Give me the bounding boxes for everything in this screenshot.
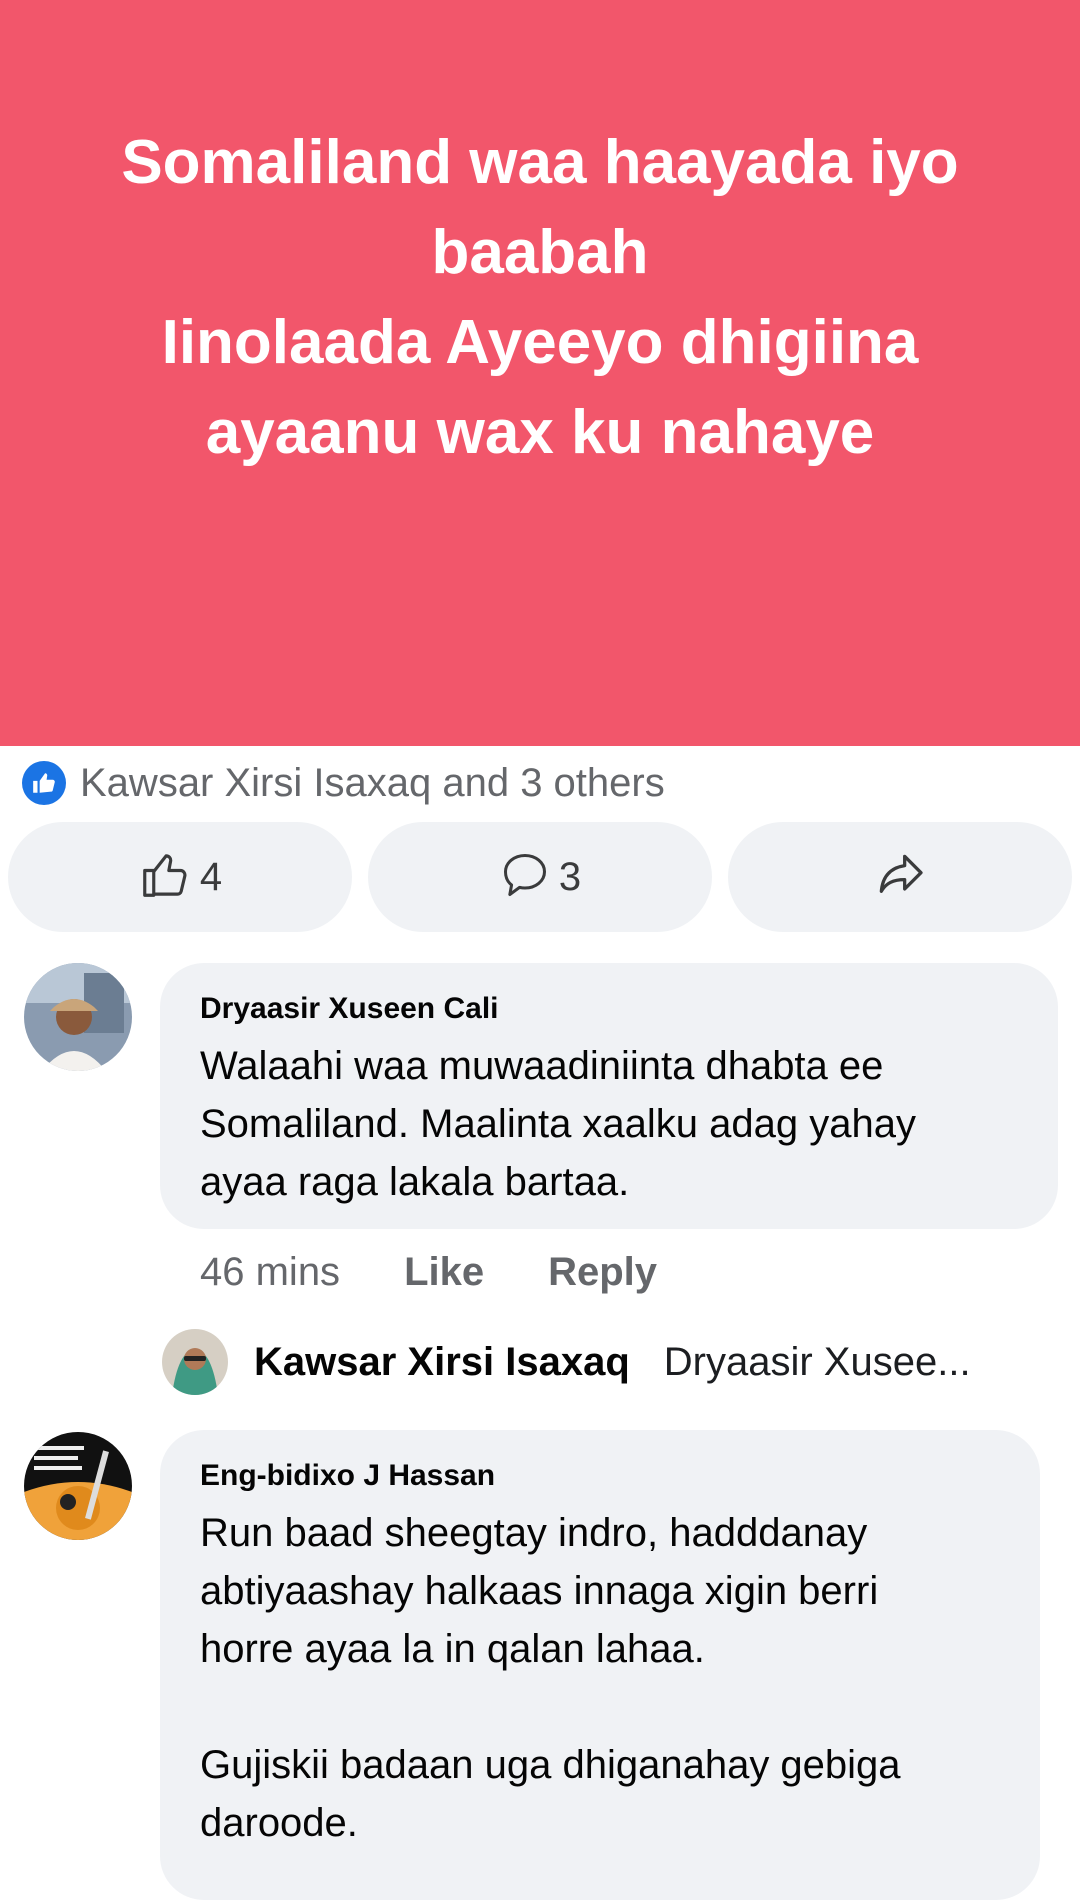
comment-text: Run baad sheegtay indro, hadddanay abtiy…	[200, 1511, 901, 1845]
comment-like-button[interactable]: Like	[404, 1250, 484, 1295]
post-text: Somaliland waa haayada iyo baabah Iinola…	[121, 128, 959, 467]
reply-author-avatar[interactable]	[162, 1329, 228, 1395]
comment-count: 3	[558, 854, 582, 899]
like-button[interactable]: 4	[8, 822, 352, 932]
thumbs-up-outline-icon	[138, 848, 192, 907]
comment-bubble[interactable]: Dryaasir Xuseen Cali Walaahi waa muwaadi…	[160, 963, 1058, 1229]
commenter-avatar[interactable]	[24, 1432, 132, 1540]
comment-author[interactable]: Dryaasir Xuseen Cali	[200, 989, 1018, 1029]
like-count: 4	[199, 854, 223, 899]
thumbs-up-icon	[22, 761, 66, 805]
comment-reply-button[interactable]: Reply	[548, 1250, 657, 1295]
reactions-summary-text: Kawsar Xirsi Isaxaq and 3 others	[80, 760, 665, 805]
reply-preview[interactable]: Kawsar Xirsi Isaxaq Dryaasir Xusee...	[162, 1326, 971, 1398]
comment-bubble[interactable]: Eng-bidixo J Hassan Run baad sheegtay in…	[160, 1430, 1040, 1900]
comment-timestamp[interactable]: 46 mins	[200, 1250, 340, 1295]
reply-snippet[interactable]: Dryaasir Xusee...	[664, 1340, 971, 1385]
post-text-background: Somaliland waa haayada iyo baabah Iinola…	[0, 0, 1080, 746]
comment-author[interactable]: Eng-bidixo J Hassan	[200, 1456, 1000, 1496]
reply-author-name[interactable]: Kawsar Xirsi Isaxaq	[254, 1340, 630, 1385]
comment-text: Walaahi waa muwaadiniinta dhabta ee Soma…	[200, 1044, 916, 1204]
share-arrow-icon	[872, 847, 928, 908]
speech-bubble-icon	[499, 849, 551, 906]
reactions-summary[interactable]: Kawsar Xirsi Isaxaq and 3 others	[22, 760, 665, 806]
comment-button[interactable]: 3	[368, 822, 712, 932]
commenter-avatar[interactable]	[24, 963, 132, 1071]
share-button[interactable]	[728, 822, 1072, 932]
comment-meta: 46 mins Like Reply	[200, 1250, 657, 1295]
